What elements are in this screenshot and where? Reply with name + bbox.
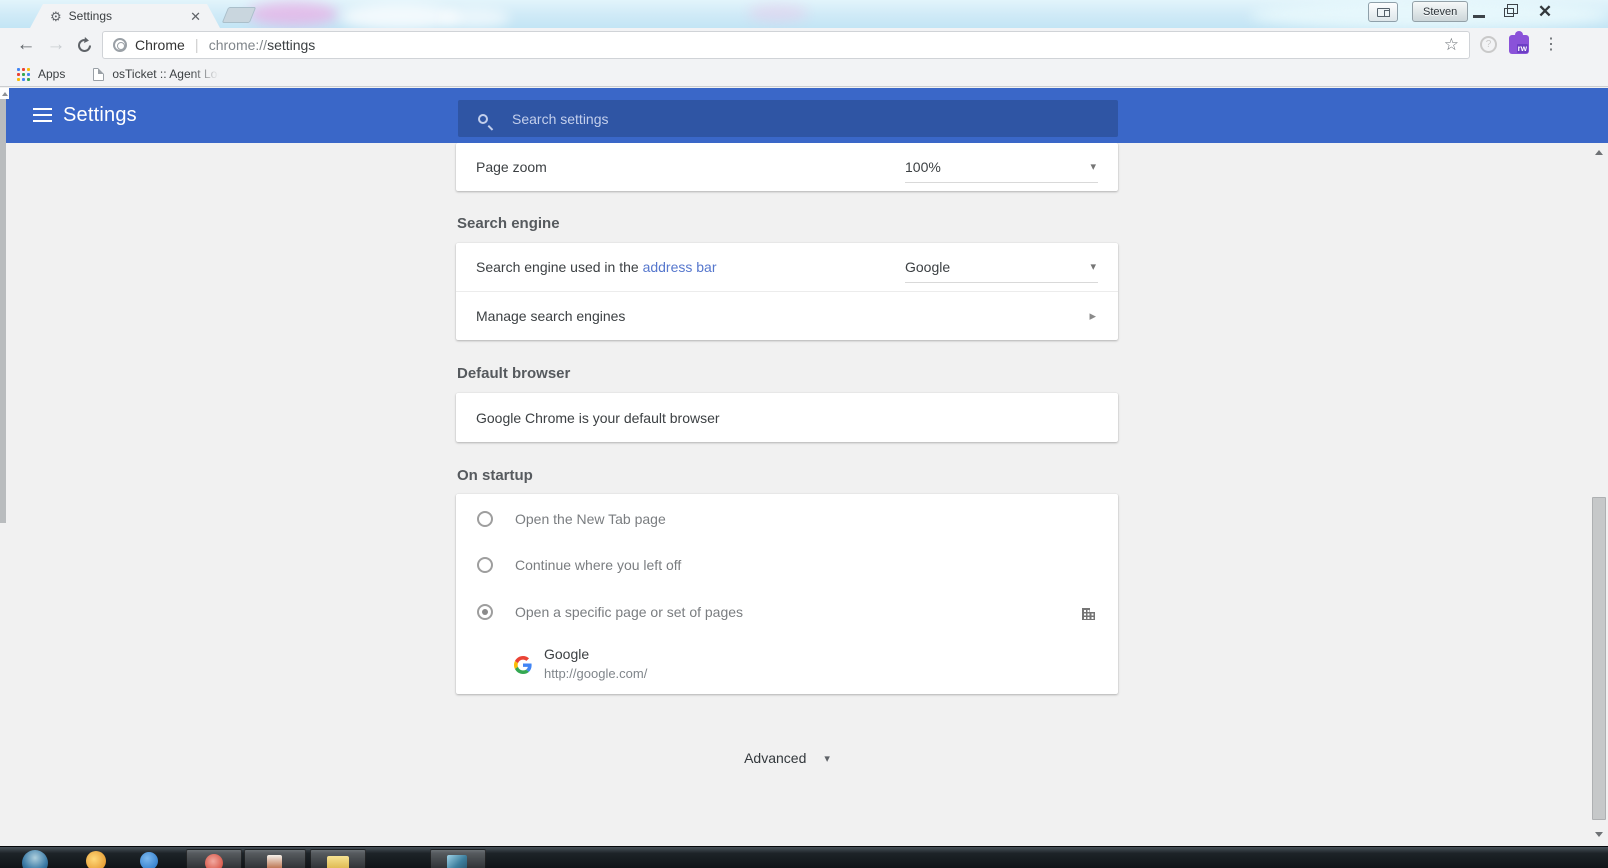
titlebar-extra-button[interactable] [1368, 2, 1398, 22]
chrome-logo-icon [113, 38, 127, 52]
left-scrollbar-arrow [0, 88, 9, 99]
glass-reflection [248, 2, 338, 26]
search-engine-label-text: Search engine used in the [476, 259, 643, 275]
startup-page-url: http://google.com/ [544, 666, 647, 681]
chip-separator: | [195, 37, 199, 54]
advanced-label: Advanced [744, 750, 806, 766]
search-engine-dropdown[interactable]: Google ▾ [905, 251, 1098, 283]
taskbar-folder-icon [327, 856, 349, 868]
apps-shortcut[interactable]: Apps [38, 67, 65, 81]
url-path: settings [267, 37, 315, 53]
bookmarks-bar: Apps osTicket :: Agent Logi [0, 62, 1608, 87]
page-zoom-value: 100% [905, 159, 941, 175]
startup-page-name: Google [544, 646, 589, 662]
minimize-button[interactable] [1462, 0, 1496, 24]
gear-icon: ⚙ [50, 10, 62, 23]
bookmark-osticket[interactable]: osTicket :: Agent Logi [112, 67, 222, 81]
scrollbar-up-arrow[interactable] [1591, 145, 1607, 159]
settings-content: Page zoom 100% ▾ Search engine Search en… [0, 143, 1608, 846]
reload-icon [76, 37, 93, 54]
manage-search-engines-label: Manage search engines [476, 308, 625, 324]
radio-button-icon[interactable] [477, 557, 493, 573]
window-titlebar: ⚙ Settings ✕ Steven ✕ [0, 0, 1608, 28]
taskbar-app-icon[interactable] [140, 852, 158, 868]
radio-label: Open a specific page or set of pages [515, 604, 743, 620]
settings-search-box[interactable]: Search settings [458, 100, 1118, 137]
url-scheme: chrome:// [209, 37, 267, 53]
chevron-right-icon: ▸ [1089, 308, 1096, 324]
section-title-search-engine: Search engine [457, 215, 560, 232]
startup-option-continue[interactable]: Continue where you left off [456, 542, 1118, 588]
default-browser-status: Google Chrome is your default browser [476, 410, 720, 426]
settings-page-title: Settings [63, 104, 137, 127]
section-title-on-startup: On startup [457, 467, 533, 484]
taskbar-button-icon [205, 854, 223, 868]
chevron-down-icon: ▾ [824, 752, 830, 765]
chevron-down-icon: ▾ [1090, 260, 1096, 273]
address-bar[interactable]: Chrome | chrome:// settings ☆ [102, 31, 1470, 59]
google-favicon [514, 656, 532, 674]
hamburger-menu-icon[interactable] [33, 108, 52, 126]
radio-label: Open the New Tab page [515, 511, 666, 527]
enterprise-managed-icon [1080, 604, 1097, 621]
bookmark-favicon [93, 68, 104, 81]
section-title-default-browser: Default browser [457, 365, 570, 382]
manage-search-engines-row[interactable]: Manage search engines ▸ [456, 292, 1118, 340]
page-zoom-dropdown[interactable]: 100% ▾ [905, 151, 1098, 183]
close-window-button[interactable]: ✕ [1528, 0, 1562, 24]
address-bar-link[interactable]: address bar [643, 259, 717, 275]
taskbar-button-icon [447, 855, 467, 868]
scrollbar-down-arrow[interactable] [1591, 826, 1607, 842]
taskbar-button-4[interactable] [430, 849, 486, 868]
readwrite-extension-icon[interactable]: rw [1509, 35, 1529, 54]
startup-page-entry[interactable]: Google http://google.com/ [456, 642, 1118, 692]
search-placeholder: Search settings [512, 111, 609, 127]
advanced-toggle[interactable]: Advanced ▾ [456, 748, 1118, 768]
radio-label: Continue where you left off [515, 557, 681, 573]
search-engine-row-label: Search engine used in the address bar [476, 259, 717, 275]
start-button[interactable] [22, 850, 48, 868]
security-chip-label: Chrome [135, 37, 185, 53]
startup-option-new-tab[interactable]: Open the New Tab page [456, 496, 1118, 542]
glass-reflection [440, 8, 510, 28]
new-tab-button[interactable] [222, 7, 256, 23]
default-browser-card: Google Chrome is your default browser [456, 393, 1118, 442]
tab-title: Settings [69, 9, 187, 23]
forward-button[interactable]: → [42, 28, 70, 62]
taskbar-firefox-icon[interactable] [86, 851, 106, 868]
browser-toolbar: ← → Chrome | chrome:// settings ☆ ? rw ⋮ [0, 28, 1608, 62]
chevron-down-icon: ▾ [1090, 160, 1096, 173]
browser-menu-icon[interactable]: ⋮ [1543, 34, 1559, 56]
on-startup-card: Open the New Tab page Continue where you… [456, 494, 1118, 694]
scrollbar-thumb[interactable] [1592, 497, 1606, 820]
page-zoom-label: Page zoom [476, 159, 547, 175]
tab-close-icon[interactable]: ✕ [187, 9, 204, 24]
window-icon [1377, 8, 1390, 17]
radio-button-icon[interactable] [477, 604, 493, 620]
page-zoom-card: Page zoom 100% ▾ [456, 143, 1118, 191]
restore-button[interactable] [1492, 0, 1526, 24]
reload-button[interactable] [70, 28, 98, 62]
taskbar-button-2[interactable] [244, 849, 306, 868]
taskbar-button-1[interactable] [186, 849, 242, 868]
settings-header: Settings Search settings [0, 88, 1608, 143]
taskbar-button-3[interactable] [310, 849, 366, 868]
browser-tab-settings[interactable]: ⚙ Settings ✕ [30, 4, 220, 28]
startup-option-specific-pages[interactable]: Open a specific page or set of pages [456, 589, 1118, 635]
disabled-extension-icon[interactable]: ? [1480, 36, 1497, 53]
back-button[interactable]: ← [12, 28, 40, 62]
profile-button[interactable]: Steven [1412, 1, 1468, 22]
radio-button-icon[interactable] [477, 511, 493, 527]
left-scrollbar-artifact [0, 99, 6, 523]
search-icon [478, 114, 488, 124]
glass-reflection [748, 4, 808, 22]
apps-grid-icon [17, 68, 30, 81]
profile-name: Steven [1423, 6, 1457, 18]
windows-taskbar [0, 846, 1608, 868]
taskbar-button-icon [267, 855, 282, 868]
bookmark-star-icon[interactable]: ☆ [1444, 35, 1459, 55]
search-engine-value: Google [905, 259, 950, 275]
search-engine-card: Search engine used in the address bar Go… [456, 243, 1118, 340]
extension-badge: rw [1517, 44, 1528, 53]
